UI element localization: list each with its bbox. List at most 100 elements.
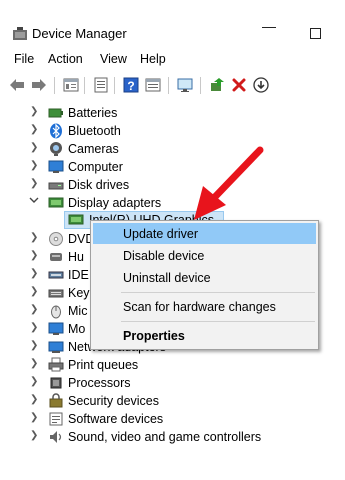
expand-chevron-icon[interactable]: ❯ (30, 250, 40, 262)
forward-arrow-icon[interactable] (30, 76, 48, 94)
tree-item-computer[interactable]: ❯ Computer (0, 158, 345, 176)
download-circle-icon[interactable] (252, 76, 270, 94)
tree-item-label: Disk drives (68, 178, 130, 192)
expand-chevron-icon[interactable]: ❯ (30, 124, 40, 136)
device-manager-app-icon (12, 27, 28, 41)
tree-item-label: Batteries (68, 106, 118, 120)
tree-item-print-queues[interactable]: ❯ Print queues (0, 356, 345, 374)
menu-action[interactable]: Action (48, 52, 83, 66)
svg-text:?: ? (127, 79, 134, 93)
toolbar-separator (84, 77, 85, 94)
expand-chevron-icon[interactable]: ❯ (30, 412, 40, 424)
details-view-icon[interactable] (144, 76, 162, 94)
menu-help[interactable]: Help (140, 52, 166, 66)
tree-item-label: Display adapters (68, 196, 162, 210)
menu-item-uninstall-device[interactable]: Uninstall device (93, 267, 316, 288)
tree-item-label: Cameras (68, 142, 119, 156)
minimize-button[interactable]: — (262, 18, 276, 34)
tree-item-sound-video[interactable]: ❯ Sound, video and game controllers (0, 428, 345, 446)
mouse-icon (48, 303, 64, 319)
expand-chevron-icon[interactable]: ❯ (30, 160, 40, 172)
software-icon (48, 411, 64, 427)
expand-chevron-icon[interactable]: ❯ (30, 394, 40, 406)
camera-icon (48, 141, 64, 157)
expand-chevron-icon[interactable]: ❯ (30, 358, 40, 370)
menu-item-label: Scan for hardware changes (123, 300, 276, 314)
toolbar-separator (54, 77, 55, 94)
context-menu: Update driver Disable device Uninstall d… (90, 220, 319, 350)
monitor-icon (48, 321, 64, 337)
tree-item-label: IDE (68, 268, 89, 282)
menu-item-label: Uninstall device (123, 271, 211, 285)
sound-icon (48, 429, 64, 445)
toolbar-separator (200, 77, 201, 94)
expand-chevron-icon[interactable]: ❯ (30, 340, 40, 352)
tree-item-label: Security devices (68, 394, 160, 408)
expand-chevron-icon[interactable]: ❯ (30, 178, 40, 190)
back-arrow-icon[interactable] (8, 76, 26, 94)
expand-chevron-icon[interactable]: ❯ (30, 430, 40, 442)
bluetooth-icon (48, 123, 64, 139)
toolbar-separator (114, 77, 115, 94)
list-view-icon[interactable] (92, 76, 110, 94)
expand-chevron-icon[interactable]: ❯ (30, 304, 40, 316)
menu-item-label: Properties (123, 329, 185, 343)
tree-item-batteries[interactable]: ❯ Batteries (0, 104, 345, 122)
tree-item-display-adapters[interactable]: Display adapters (0, 194, 345, 212)
disk-drive-icon (48, 177, 64, 193)
menu-item-properties[interactable]: Properties (93, 325, 316, 346)
tree-item-label: Key (68, 286, 90, 300)
security-icon (48, 393, 64, 409)
uninstall-x-icon[interactable] (230, 76, 248, 94)
tree-item-label: Processors (68, 376, 131, 390)
tree-item-label: Print queues (68, 358, 139, 372)
expand-chevron-icon[interactable]: ❯ (30, 376, 40, 388)
battery-icon (48, 105, 64, 121)
toolbar-separator (168, 77, 169, 94)
menu-separator (121, 292, 315, 293)
network-icon (48, 339, 64, 355)
tree-item-label: Bluetooth (68, 124, 121, 138)
menu-view[interactable]: View (100, 52, 127, 66)
expand-chevron-icon[interactable]: ❯ (30, 322, 40, 334)
tree-item-label: Sound, video and game controllers (68, 430, 262, 444)
tree-item-disk-drives[interactable]: ❯ Disk drives (0, 176, 345, 194)
tree-item-processors[interactable]: ❯ Processors (0, 374, 345, 392)
expand-chevron-icon[interactable]: ❯ (30, 268, 40, 280)
tree-item-label: Software devices (68, 412, 164, 426)
collapse-chevron-icon[interactable] (29, 195, 39, 207)
scan-monitor-icon[interactable] (176, 76, 194, 94)
menu-item-update-driver[interactable]: Update driver (93, 223, 316, 244)
processor-icon (48, 375, 64, 391)
menu-item-label: Update driver (123, 227, 199, 241)
dvd-icon (48, 231, 64, 247)
tree-item-label: Computer (68, 160, 123, 174)
display-adapter-icon (68, 212, 84, 231)
expand-chevron-icon[interactable]: ❯ (30, 232, 40, 244)
ide-icon (48, 267, 64, 283)
help-icon[interactable]: ? (122, 76, 140, 94)
display-adapter-icon (48, 195, 64, 211)
update-driver-icon[interactable] (208, 76, 226, 94)
tree-item-security-devices[interactable]: ❯ Security devices (0, 392, 345, 410)
tree-item-cameras[interactable]: ❯ Cameras (0, 140, 345, 158)
tree-item-label: Mic (68, 304, 88, 318)
properties-grid-icon[interactable] (62, 76, 80, 94)
toolbar (0, 72, 345, 98)
expand-chevron-icon[interactable]: ❯ (30, 106, 40, 118)
keyboard-icon (48, 285, 64, 301)
menu-file[interactable]: File (14, 52, 34, 66)
computer-icon (48, 159, 64, 175)
hid-icon (48, 249, 64, 265)
tree-item-label: Hu (68, 250, 84, 264)
maximize-button[interactable] (310, 28, 321, 39)
tree-item-label: Mo (68, 322, 86, 336)
menu-item-disable-device[interactable]: Disable device (93, 245, 316, 266)
tree-item-software-devices[interactable]: ❯ Software devices (0, 410, 345, 428)
menu-item-scan-hardware[interactable]: Scan for hardware changes (93, 296, 316, 317)
menu-separator (121, 321, 315, 322)
window-title: Device Manager (32, 26, 127, 41)
tree-item-bluetooth[interactable]: ❯ Bluetooth (0, 122, 345, 140)
expand-chevron-icon[interactable]: ❯ (30, 286, 40, 298)
expand-chevron-icon[interactable]: ❯ (30, 142, 40, 154)
